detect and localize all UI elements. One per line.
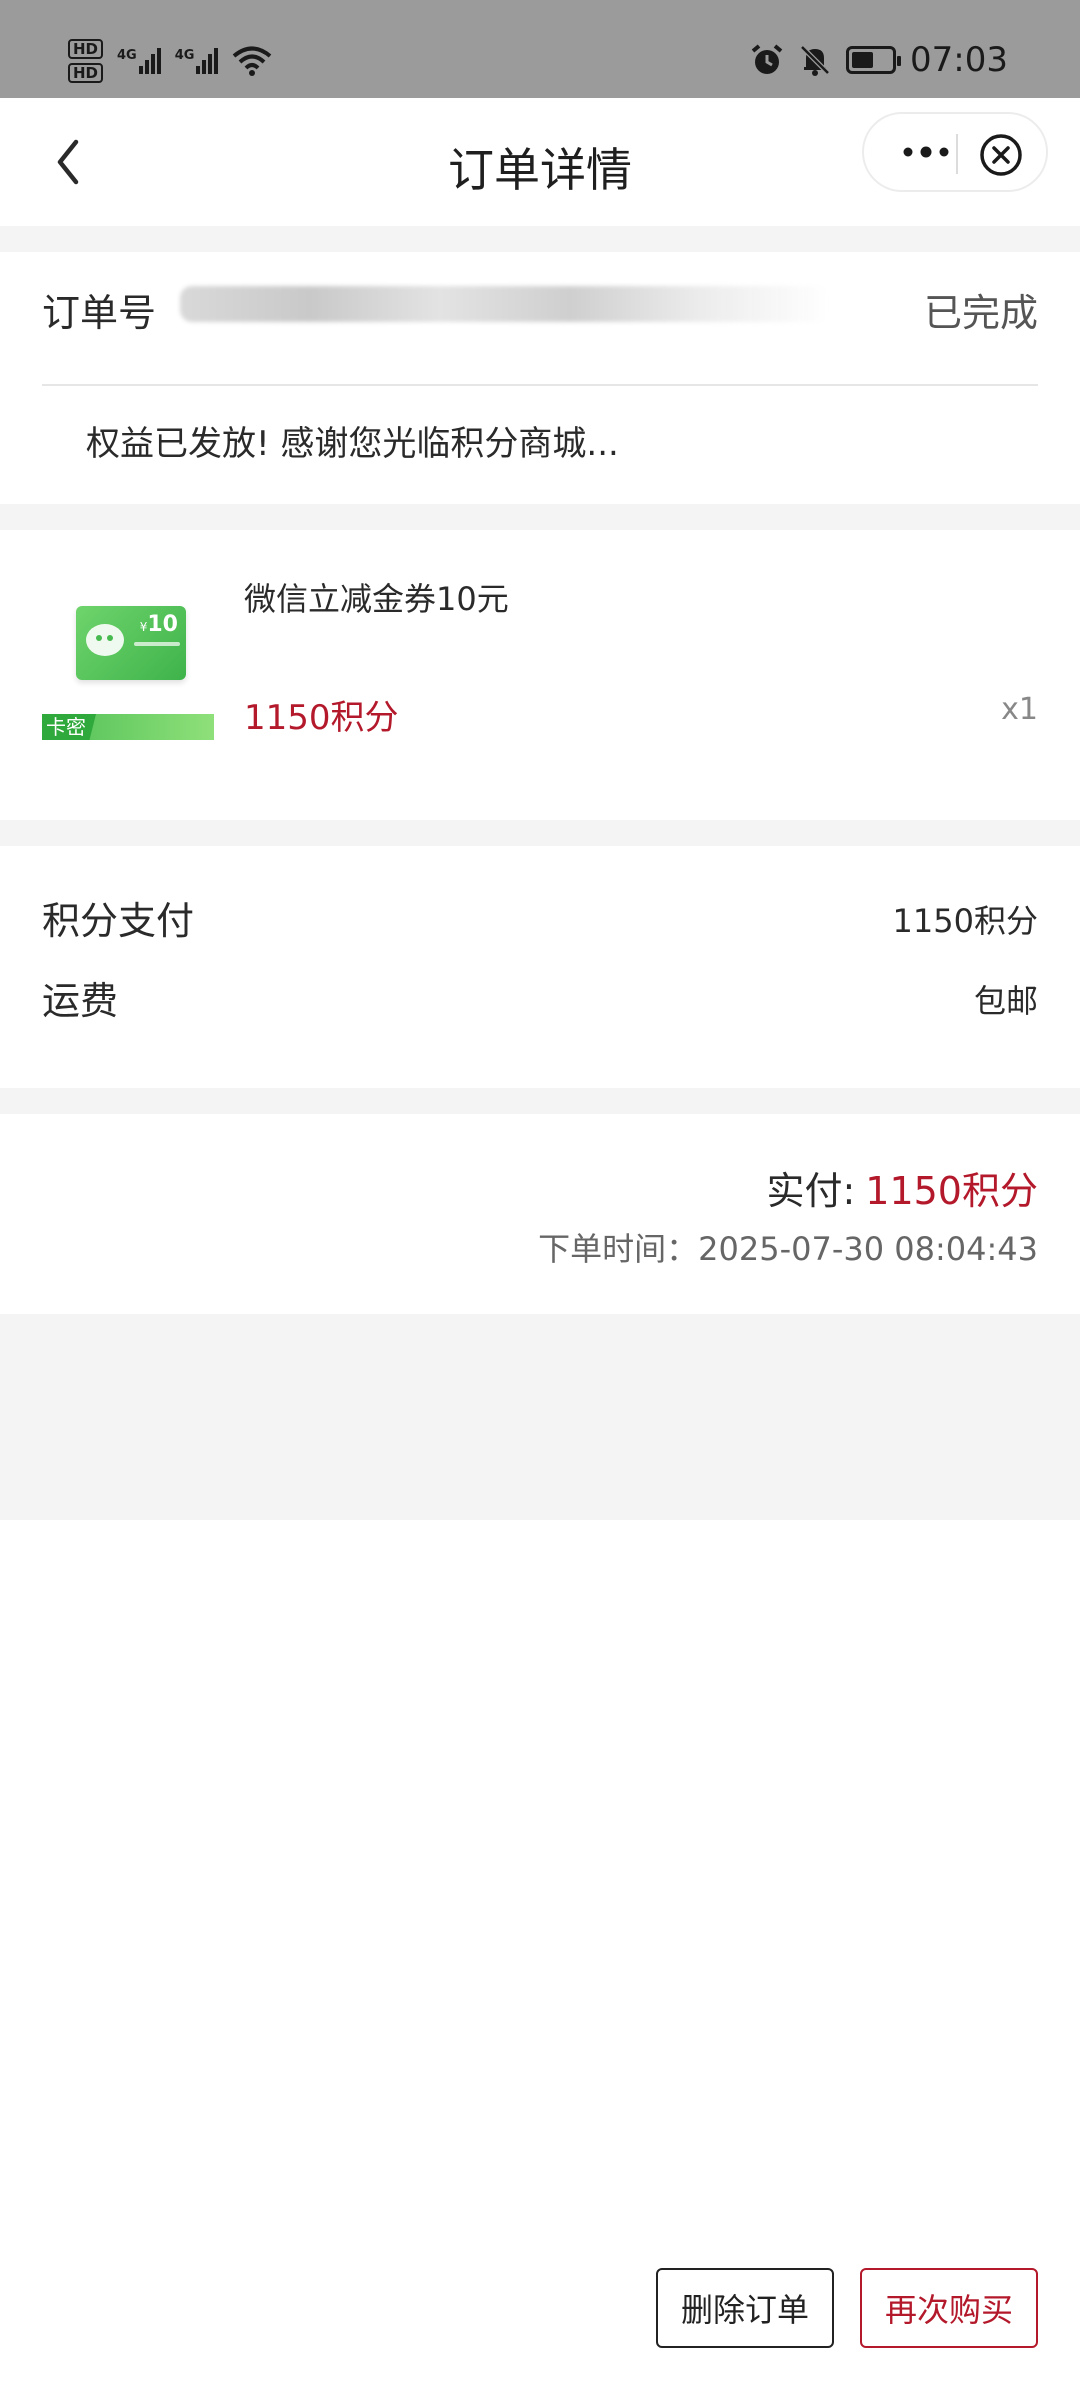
signal-icon: 4G xyxy=(175,48,219,74)
status-bar: HD HD 4G 4G 07:03 xyxy=(0,0,1080,98)
order-number-masked xyxy=(180,286,830,322)
alarm-icon xyxy=(751,44,783,74)
clock: 07:03 xyxy=(910,40,1008,80)
wechat-icon xyxy=(86,624,124,656)
summary-card: 实付: 1150积分 下单时间：2025-07-30 08:04:43 xyxy=(0,1114,1080,1314)
paid-total: 实付: 1150积分 xyxy=(766,1160,1038,1215)
points-payment-label: 积分支付 xyxy=(42,899,195,943)
battery-icon xyxy=(846,46,902,74)
payment-card: 积分支付 1150积分 运费 包邮 xyxy=(0,846,1080,1088)
capsule-divider xyxy=(956,134,958,174)
wechat-coupon-image: ¥10 xyxy=(76,606,186,680)
hd-icon: HD xyxy=(68,63,104,83)
paid-amount: 1150积分 xyxy=(865,1169,1038,1213)
battery-level xyxy=(852,52,873,68)
product-name: 微信立减金券10元 xyxy=(244,580,509,618)
wifi-icon xyxy=(233,46,272,76)
product-card[interactable]: ¥10 卡密 微信立减金券10元 1150积分 x1 xyxy=(0,530,1080,820)
section-gap xyxy=(0,820,1080,846)
delete-order-button[interactable]: 删除订单 xyxy=(656,2268,834,2348)
order-notice: 权益已发放! 感谢您光临积分商城... xyxy=(86,424,619,464)
section-gap xyxy=(0,504,1080,530)
order-number-label: 订单号 xyxy=(42,291,157,335)
coupon-caption xyxy=(134,642,180,646)
status-left: HD HD 4G 4G xyxy=(68,36,272,86)
divider xyxy=(42,384,1038,386)
close-circle-icon[interactable] xyxy=(978,132,1024,178)
network-label: 4G xyxy=(174,48,195,63)
paid-label: 实付: xyxy=(766,1169,856,1213)
mute-icon xyxy=(800,45,830,76)
order-status: 已完成 xyxy=(923,291,1038,335)
section-gap xyxy=(0,1088,1080,1114)
hd-indicator: HD HD xyxy=(68,39,104,83)
order-info-card: 订单号 已完成 权益已发放! 感谢您光临积分商城... xyxy=(0,252,1080,504)
mini-program-capsule xyxy=(862,112,1048,192)
card-key-tag: 卡密 xyxy=(42,714,96,740)
product-price: 1150积分 xyxy=(244,698,399,738)
hd-icon: HD xyxy=(68,39,104,59)
shipping-label: 运费 xyxy=(42,979,119,1023)
points-payment-value: 1150积分 xyxy=(892,902,1038,940)
product-thumbnail[interactable]: ¥10 卡密 xyxy=(42,582,214,752)
shipping-value: 包邮 xyxy=(973,982,1038,1020)
nav-bar: 订单详情 xyxy=(0,98,1080,226)
coupon-value: ¥10 xyxy=(139,612,178,637)
empty-gray-area xyxy=(0,1314,1080,1520)
more-dots-icon[interactable] xyxy=(896,140,956,164)
network-label: 4G xyxy=(117,48,137,63)
status-right: 07:03 xyxy=(750,40,1008,80)
product-tag-bar: 卡密 xyxy=(42,714,214,740)
product-quantity: x1 xyxy=(1001,692,1038,727)
coupon-value-number: 10 xyxy=(147,612,178,637)
section-gap xyxy=(0,226,1080,252)
order-time: 下单时间：2025-07-30 08:04:43 xyxy=(538,1230,1038,1268)
buy-again-button[interactable]: 再次购买 xyxy=(860,2268,1038,2348)
signal-icon: 4G xyxy=(117,48,161,74)
